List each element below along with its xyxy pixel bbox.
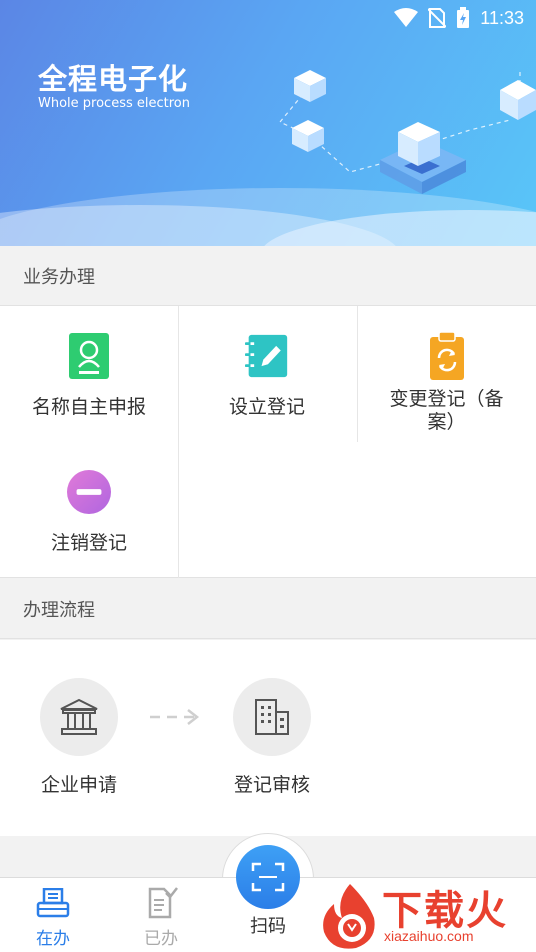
process-step-label: 登记审核	[233, 774, 310, 796]
header-banner: 全程电子化 Whole process electron	[0, 0, 536, 246]
service-label: 变更登记（备案）	[389, 388, 504, 433]
status-time: 11:33	[480, 7, 524, 28]
no-sim-icon	[428, 8, 447, 28]
wifi-icon	[394, 8, 419, 27]
banner-title: 全程电子化	[38, 62, 189, 96]
cubes-illustration	[279, 70, 536, 194]
notebook-edit-icon	[245, 332, 289, 380]
service-change-registration[interactable]: 变更登记（备案）	[357, 306, 536, 442]
flame-logo-icon	[323, 884, 375, 949]
status-bar: 11:33	[0, 0, 536, 36]
id-card-icon	[67, 332, 111, 380]
office-building-icon	[233, 678, 311, 756]
scan-label: 扫码	[250, 916, 286, 937]
battery-charging-icon	[457, 7, 470, 28]
nav-label: 在办	[36, 929, 70, 949]
section-header-business: 业务办理	[0, 246, 536, 306]
clipboard-refresh-icon	[425, 332, 469, 380]
process-flow: 企业申请 登记审核	[0, 640, 536, 836]
doc-check-icon	[144, 886, 178, 920]
service-label: 注销登记	[50, 532, 127, 554]
printer-doc-icon	[36, 886, 70, 920]
process-step-apply: 企业申请	[9, 678, 149, 797]
section-header-process: 办理流程	[0, 579, 536, 639]
watermark: 下载火 xiazaihuo.com	[318, 878, 536, 952]
service-label: 名称自主申报	[31, 396, 146, 418]
scan-icon	[251, 862, 285, 892]
service-cancellation[interactable]: 注销登记	[0, 442, 178, 578]
scan-button[interactable]	[236, 845, 300, 909]
process-step-label: 企业申请	[40, 774, 117, 796]
service-name-declaration[interactable]: 名称自主申报	[0, 306, 178, 442]
watermark-url: xiazaihuo.com	[384, 928, 474, 944]
business-grid: 名称自主申报 设立登记 变更登记（备案） 注销登记	[0, 306, 536, 578]
banner-subtitle: Whole process electron	[38, 96, 190, 111]
nav-item-in-progress[interactable]: 在办	[13, 878, 93, 949]
nav-item-done[interactable]: 已办	[121, 878, 201, 949]
service-establishment[interactable]: 设立登记	[178, 306, 356, 442]
nav-label: 已办	[144, 929, 178, 949]
minus-circle-icon	[67, 468, 111, 516]
status-icons: 11:33	[394, 7, 524, 29]
dashed-arrow-icon	[150, 709, 200, 725]
process-step-review: 登记审核	[202, 678, 342, 797]
bank-building-icon	[40, 678, 118, 756]
service-label: 设立登记	[228, 396, 305, 418]
